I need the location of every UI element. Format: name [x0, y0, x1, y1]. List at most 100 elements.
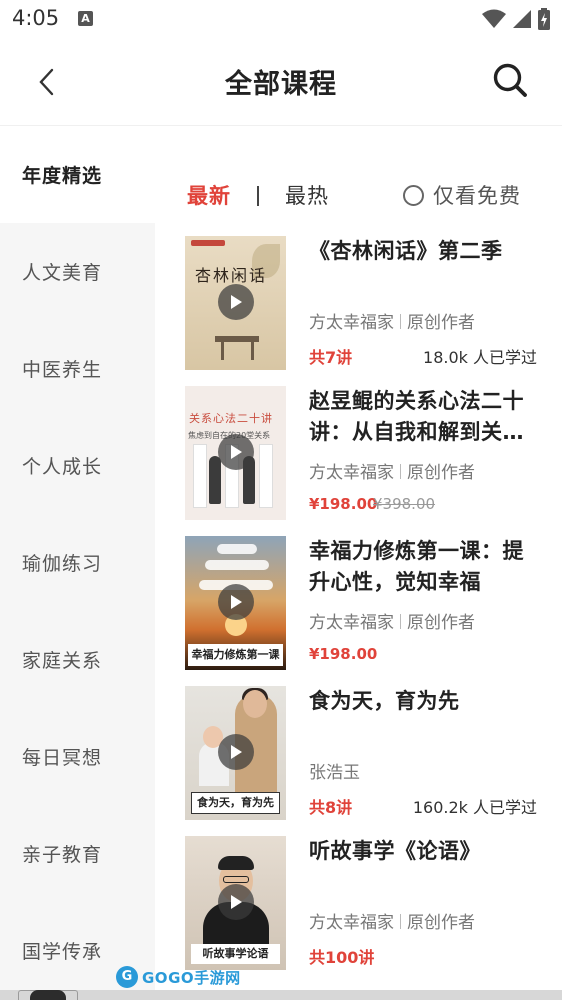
glasses-illustration — [223, 876, 249, 883]
search-icon — [493, 63, 527, 97]
sidebar-item-humanities[interactable]: 人文美育 — [0, 223, 155, 320]
course-thumbnail: 幸福力修炼第一课 — [185, 536, 286, 670]
lesson-count: 共100讲 — [309, 948, 375, 967]
sidebar-item-parenting[interactable]: 亲子教育 — [0, 805, 155, 902]
course-title: 幸福力修炼第一课：提升心性，觉知幸福 — [309, 539, 524, 594]
text-bubble — [205, 560, 269, 570]
thumbnail-title: 关系心法二十讲 — [189, 412, 273, 425]
course-meta: 共100讲 — [309, 944, 545, 967]
wifi-icon — [482, 9, 506, 28]
play-button[interactable] — [218, 584, 254, 620]
course-thumbnail: 关系心法二十讲 焦虑到自在的20堂关系 — [185, 386, 286, 520]
free-only-label: 仅看免费 — [433, 184, 521, 208]
course-author: 方太幸福家 原创作者 — [309, 458, 475, 483]
learner-count: 18.0k 人已学过 — [423, 348, 537, 367]
play-button[interactable] — [218, 284, 254, 320]
lesson-count: 共7讲 — [309, 348, 353, 367]
page-title: 全部课程 — [225, 69, 337, 100]
author-separator — [400, 614, 401, 629]
text-bubble — [217, 544, 257, 554]
author-separator — [400, 914, 401, 929]
person-figure — [209, 456, 221, 504]
play-icon — [231, 295, 242, 309]
course-thumbnail: 食为天，育为先 — [185, 686, 286, 820]
tab-divider — [257, 186, 259, 206]
tab-hot[interactable]: 最热 — [285, 180, 329, 210]
signal-icon — [513, 10, 531, 28]
table-leg — [251, 342, 254, 360]
status-time: 4:05 — [12, 6, 60, 30]
thumbnail-title: 听故事学论语 — [191, 944, 280, 964]
play-button[interactable] — [218, 884, 254, 920]
author-name: 方太幸福家 — [309, 913, 394, 933]
thumbnail-title: 杏林闲话 — [195, 266, 268, 285]
sidebar-item-personal-growth[interactable]: 个人成长 — [0, 417, 155, 514]
course-meta: 共7讲 18.0k 人已学过 — [309, 344, 545, 367]
course-card[interactable]: 杏林闲话 《杏林闲话》第二季 方太幸福家 原创作者 共7讲 18.0k 人已学过 — [185, 236, 545, 370]
course-meta: ¥198.00 ¥398.00 — [309, 494, 545, 516]
course-thumbnail: 杏林闲话 — [185, 236, 286, 370]
play-icon — [231, 445, 242, 459]
author-name: 张浩玉 — [309, 763, 360, 783]
radio-circle-icon — [403, 184, 424, 206]
course-price: ¥198.00 — [309, 645, 378, 663]
author-separator — [400, 464, 401, 479]
category-sidebar: 年度精选 人文美育 中医养生 个人成长 瑜伽练习 家庭关系 每日冥想 亲子教育 … — [0, 126, 155, 1000]
original-price: ¥398.00 — [373, 495, 436, 513]
battery-icon — [538, 8, 550, 30]
status-bar: 4:05 A — [0, 0, 562, 38]
author-role: 原创作者 — [407, 913, 475, 933]
course-thumbnail: 听故事学论语 — [185, 836, 286, 970]
play-icon — [231, 745, 242, 759]
play-button[interactable] — [218, 434, 254, 470]
learner-count: 160.2k 人已学过 — [412, 798, 537, 817]
author-name: 方太幸福家 — [309, 463, 394, 483]
author-role: 原创作者 — [407, 463, 475, 483]
course-card[interactable]: 食为天，育为先 食为天，育为先 张浩玉 共8讲 160.2k 人已学过 — [185, 686, 545, 820]
tab-latest[interactable]: 最新 — [187, 180, 231, 210]
watermark-text: GOGO手游网 — [142, 968, 241, 987]
watermark: G GOGO手游网 — [116, 964, 241, 990]
sidebar-item-yoga[interactable]: 瑜伽练习 — [0, 514, 155, 611]
free-only-toggle[interactable]: 仅看免费 — [403, 180, 521, 210]
sidebar-item-annual-picks[interactable]: 年度精选 — [0, 126, 155, 223]
author-separator — [400, 314, 401, 329]
course-author: 方太幸福家 原创作者 — [309, 908, 475, 933]
brand-logo — [191, 240, 225, 246]
sidebar-item-tcm-wellness[interactable]: 中医养生 — [0, 320, 155, 417]
thumbnail-title: 幸福力修炼第一课 — [188, 644, 283, 666]
door-illustration — [259, 444, 273, 508]
course-author: 方太幸福家 原创作者 — [309, 308, 475, 333]
course-title: 《杏林闲话》第二季 — [309, 239, 503, 263]
bottom-strip — [0, 990, 562, 1000]
course-title: 听故事学《论语》 — [309, 839, 481, 863]
course-author: 方太幸福家 原创作者 — [309, 608, 475, 633]
course-card[interactable]: 幸福力修炼第一课 幸福力修炼第一课：提升心性，觉知幸福 方太幸福家 原创作者 ¥1… — [185, 536, 545, 670]
notification-badge: A — [78, 11, 93, 26]
course-card[interactable]: 关系心法二十讲 焦虑到自在的20堂关系 赵昱鲲的关系心法二十讲：从自我和解到关…… — [185, 386, 545, 520]
door-illustration — [193, 444, 207, 508]
course-title: 食为天，育为先 — [309, 689, 460, 713]
sidebar-item-meditation[interactable]: 每日冥想 — [0, 708, 155, 805]
status-icons — [482, 8, 550, 30]
filter-bar: 最新 最热 仅看免费 — [187, 176, 547, 216]
app-icon[interactable] — [30, 990, 66, 1000]
search-button[interactable] — [488, 58, 532, 102]
thumbnail-title: 食为天，育为先 — [191, 792, 280, 814]
chef-head — [243, 690, 267, 718]
table-leg — [221, 342, 224, 360]
course-meta: 共8讲 160.2k 人已学过 — [309, 794, 545, 817]
author-role: 原创作者 — [407, 313, 475, 333]
play-icon — [231, 595, 242, 609]
author-role: 原创作者 — [407, 613, 475, 633]
course-meta: ¥198.00 — [309, 644, 545, 666]
course-title: 赵昱鲲的关系心法二十讲：从自我和解到关… — [309, 389, 524, 444]
play-button[interactable] — [218, 734, 254, 770]
author-name: 方太幸福家 — [309, 313, 394, 333]
play-icon — [231, 895, 242, 909]
course-price: ¥198.00 — [309, 495, 378, 513]
sidebar-item-family[interactable]: 家庭关系 — [0, 611, 155, 708]
watermark-logo: G — [116, 966, 138, 988]
lesson-count: 共8讲 — [309, 798, 353, 817]
course-card[interactable]: 听故事学论语 听故事学《论语》 方太幸福家 原创作者 共100讲 — [185, 836, 545, 970]
